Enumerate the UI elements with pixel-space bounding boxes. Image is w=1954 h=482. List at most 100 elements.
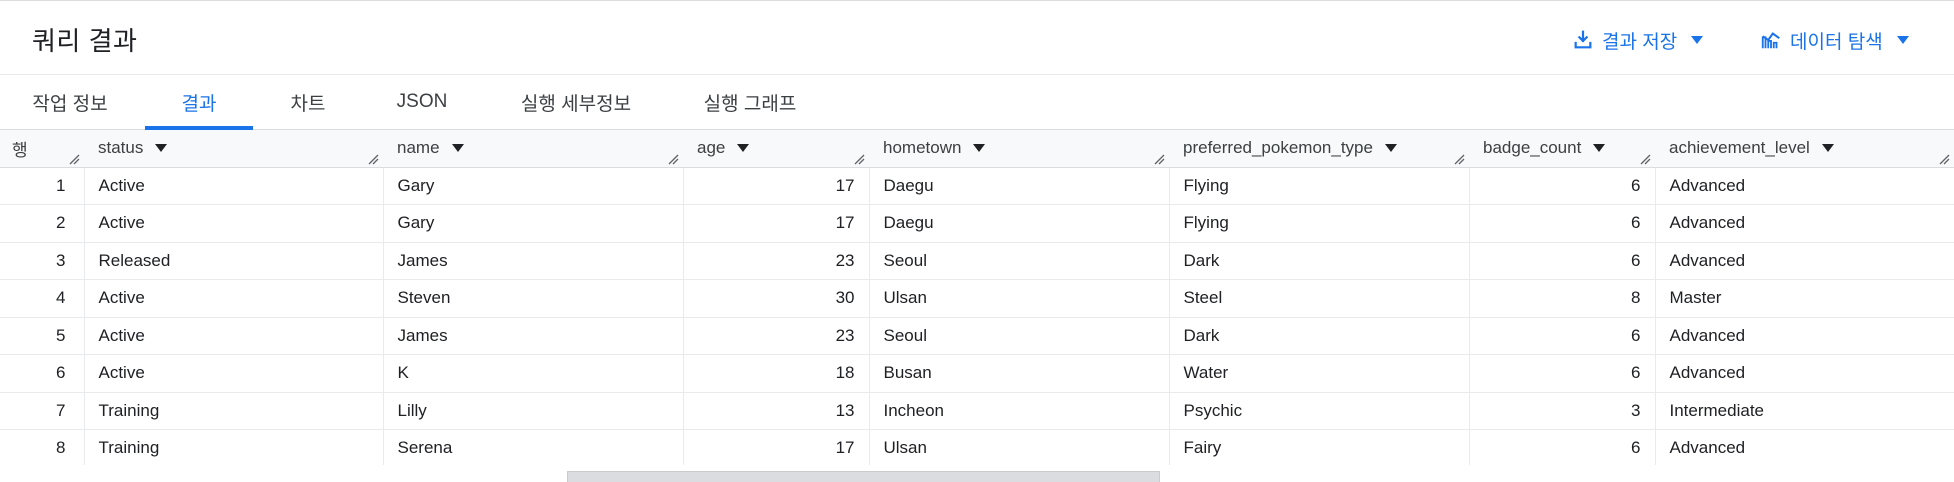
table-row[interactable]: 8 Training Serena 17 Ulsan Fairy 6 Advan… bbox=[0, 429, 1954, 465]
caret-down-icon[interactable] bbox=[973, 144, 986, 153]
column-resize-icon[interactable] bbox=[1453, 153, 1465, 165]
column-resize-icon[interactable] bbox=[1938, 153, 1950, 165]
age-cell[interactable]: 23 bbox=[682, 317, 869, 355]
column-header-name[interactable]: name bbox=[383, 130, 683, 168]
caret-down-icon[interactable] bbox=[1593, 144, 1606, 153]
status-cell[interactable]: Training bbox=[83, 429, 383, 465]
column-header-hometown[interactable]: hometown bbox=[869, 130, 1169, 168]
table-row[interactable]: 3 Released James 23 Seoul Dark 6 Advance… bbox=[0, 242, 1954, 280]
age-cell[interactable]: 13 bbox=[682, 392, 869, 430]
caret-down-icon[interactable] bbox=[155, 144, 168, 153]
name-cell[interactable]: Steven bbox=[382, 279, 683, 318]
column-header-badge-count[interactable]: badge_count bbox=[1469, 130, 1655, 168]
column-resize-icon[interactable] bbox=[68, 153, 80, 165]
column-header-achievement-level[interactable]: achievement_level bbox=[1655, 130, 1954, 168]
name-cell[interactable]: Lilly bbox=[382, 392, 683, 430]
save-results-label: 결과 저장 bbox=[1602, 31, 1678, 53]
hometown-cell[interactable]: Ulsan bbox=[868, 429, 1169, 465]
status-cell[interactable]: Active bbox=[83, 167, 383, 205]
age-cell[interactable]: 17 bbox=[682, 429, 869, 465]
badge-count-cell[interactable]: 6 bbox=[1468, 317, 1655, 355]
achievement-level-cell[interactable]: Advanced bbox=[1654, 242, 1954, 280]
achievement-level-cell[interactable]: Advanced bbox=[1654, 167, 1954, 205]
achievement-level-cell[interactable]: Advanced bbox=[1654, 354, 1954, 393]
badge-count-cell[interactable]: 6 bbox=[1468, 429, 1655, 465]
pokemon-type-cell[interactable]: Water bbox=[1168, 354, 1469, 393]
column-header-label: 행 bbox=[12, 140, 28, 160]
name-cell[interactable]: K bbox=[382, 354, 683, 393]
caret-down-icon[interactable] bbox=[1821, 144, 1834, 153]
age-cell[interactable]: 30 bbox=[682, 279, 869, 318]
column-header-age[interactable]: age bbox=[683, 130, 869, 168]
column-resize-icon[interactable] bbox=[1639, 153, 1651, 165]
scrollbar-thumb[interactable] bbox=[567, 471, 1160, 482]
tab-json[interactable]: JSON bbox=[380, 75, 464, 129]
hometown-cell[interactable]: Incheon bbox=[868, 392, 1169, 430]
status-cell[interactable]: Released bbox=[83, 242, 383, 280]
table-row[interactable]: 4 Active Steven 30 Ulsan Steel 8 Master bbox=[0, 279, 1954, 318]
badge-count-cell[interactable]: 6 bbox=[1468, 167, 1655, 205]
tab-execution-graph[interactable]: 실행 그래프 bbox=[690, 75, 810, 129]
row-number-cell: 2 bbox=[0, 204, 84, 243]
save-results-button[interactable]: 결과 저장 bbox=[1572, 25, 1704, 55]
column-resize-icon[interactable] bbox=[667, 153, 679, 165]
age-cell[interactable]: 18 bbox=[682, 354, 869, 393]
table-row[interactable]: 5 Active James 23 Seoul Dark 6 Advanced bbox=[0, 317, 1954, 355]
tab-execution-details[interactable]: 실행 세부정보 bbox=[508, 75, 644, 129]
table-row[interactable]: 6 Active K 18 Busan Water 6 Advanced bbox=[0, 354, 1954, 393]
status-cell[interactable]: Active bbox=[83, 317, 383, 355]
horizontal-scrollbar[interactable] bbox=[0, 465, 1954, 482]
name-cell[interactable]: James bbox=[382, 317, 683, 355]
pokemon-type-cell[interactable]: Psychic bbox=[1168, 392, 1469, 430]
column-header-preferred-pokemon-type[interactable]: preferred_pokemon_type bbox=[1169, 130, 1469, 168]
caret-down-icon[interactable] bbox=[1384, 144, 1397, 153]
row-number-cell: 7 bbox=[0, 392, 84, 430]
age-cell[interactable]: 17 bbox=[682, 204, 869, 243]
tab-job-info[interactable]: 작업 정보 bbox=[12, 75, 128, 129]
hometown-cell[interactable]: Daegu bbox=[868, 167, 1169, 205]
tab-chart[interactable]: 차트 bbox=[268, 75, 348, 129]
age-cell[interactable]: 23 bbox=[682, 242, 869, 280]
pokemon-type-cell[interactable]: Flying bbox=[1168, 204, 1469, 243]
hometown-cell[interactable]: Daegu bbox=[868, 204, 1169, 243]
hometown-cell[interactable]: Seoul bbox=[868, 242, 1169, 280]
pokemon-type-cell[interactable]: Fairy bbox=[1168, 429, 1469, 465]
column-resize-icon[interactable] bbox=[367, 153, 379, 165]
table-row[interactable]: 7 Training Lilly 13 Incheon Psychic 3 In… bbox=[0, 392, 1954, 430]
column-resize-icon[interactable] bbox=[1153, 153, 1165, 165]
badge-count-cell[interactable]: 3 bbox=[1468, 392, 1655, 430]
table-row[interactable]: 2 Active Gary 17 Daegu Flying 6 Advanced bbox=[0, 204, 1954, 243]
tab-results[interactable]: 결과 bbox=[145, 75, 253, 130]
explore-data-button[interactable]: 데이터 탐색 bbox=[1760, 25, 1909, 55]
badge-count-cell[interactable]: 8 bbox=[1468, 279, 1655, 318]
badge-count-cell[interactable]: 6 bbox=[1468, 242, 1655, 280]
badge-count-cell[interactable]: 6 bbox=[1468, 354, 1655, 393]
pokemon-type-cell[interactable]: Steel bbox=[1168, 279, 1469, 318]
badge-count-cell[interactable]: 6 bbox=[1468, 204, 1655, 243]
achievement-level-cell[interactable]: Master bbox=[1654, 279, 1954, 318]
pokemon-type-cell[interactable]: Flying bbox=[1168, 167, 1469, 205]
achievement-level-cell[interactable]: Advanced bbox=[1654, 429, 1954, 465]
status-cell[interactable]: Active bbox=[83, 204, 383, 243]
name-cell[interactable]: Gary bbox=[382, 167, 683, 205]
caret-down-icon[interactable] bbox=[737, 144, 750, 153]
name-cell[interactable]: Serena bbox=[382, 429, 683, 465]
hometown-cell[interactable]: Busan bbox=[868, 354, 1169, 393]
pokemon-type-cell[interactable]: Dark bbox=[1168, 242, 1469, 280]
hometown-cell[interactable]: Ulsan bbox=[868, 279, 1169, 318]
achievement-level-cell[interactable]: Intermediate bbox=[1654, 392, 1954, 430]
column-header-status[interactable]: status bbox=[84, 130, 383, 168]
age-cell[interactable]: 17 bbox=[682, 167, 869, 205]
pokemon-type-cell[interactable]: Dark bbox=[1168, 317, 1469, 355]
name-cell[interactable]: Gary bbox=[382, 204, 683, 243]
status-cell[interactable]: Training bbox=[83, 392, 383, 430]
status-cell[interactable]: Active bbox=[83, 279, 383, 318]
achievement-level-cell[interactable]: Advanced bbox=[1654, 204, 1954, 243]
hometown-cell[interactable]: Seoul bbox=[868, 317, 1169, 355]
table-row[interactable]: 1 Active Gary 17 Daegu Flying 6 Advanced bbox=[0, 167, 1954, 205]
status-cell[interactable]: Active bbox=[83, 354, 383, 393]
achievement-level-cell[interactable]: Advanced bbox=[1654, 317, 1954, 355]
column-resize-icon[interactable] bbox=[853, 153, 865, 165]
caret-down-icon[interactable] bbox=[451, 144, 464, 153]
name-cell[interactable]: James bbox=[382, 242, 683, 280]
